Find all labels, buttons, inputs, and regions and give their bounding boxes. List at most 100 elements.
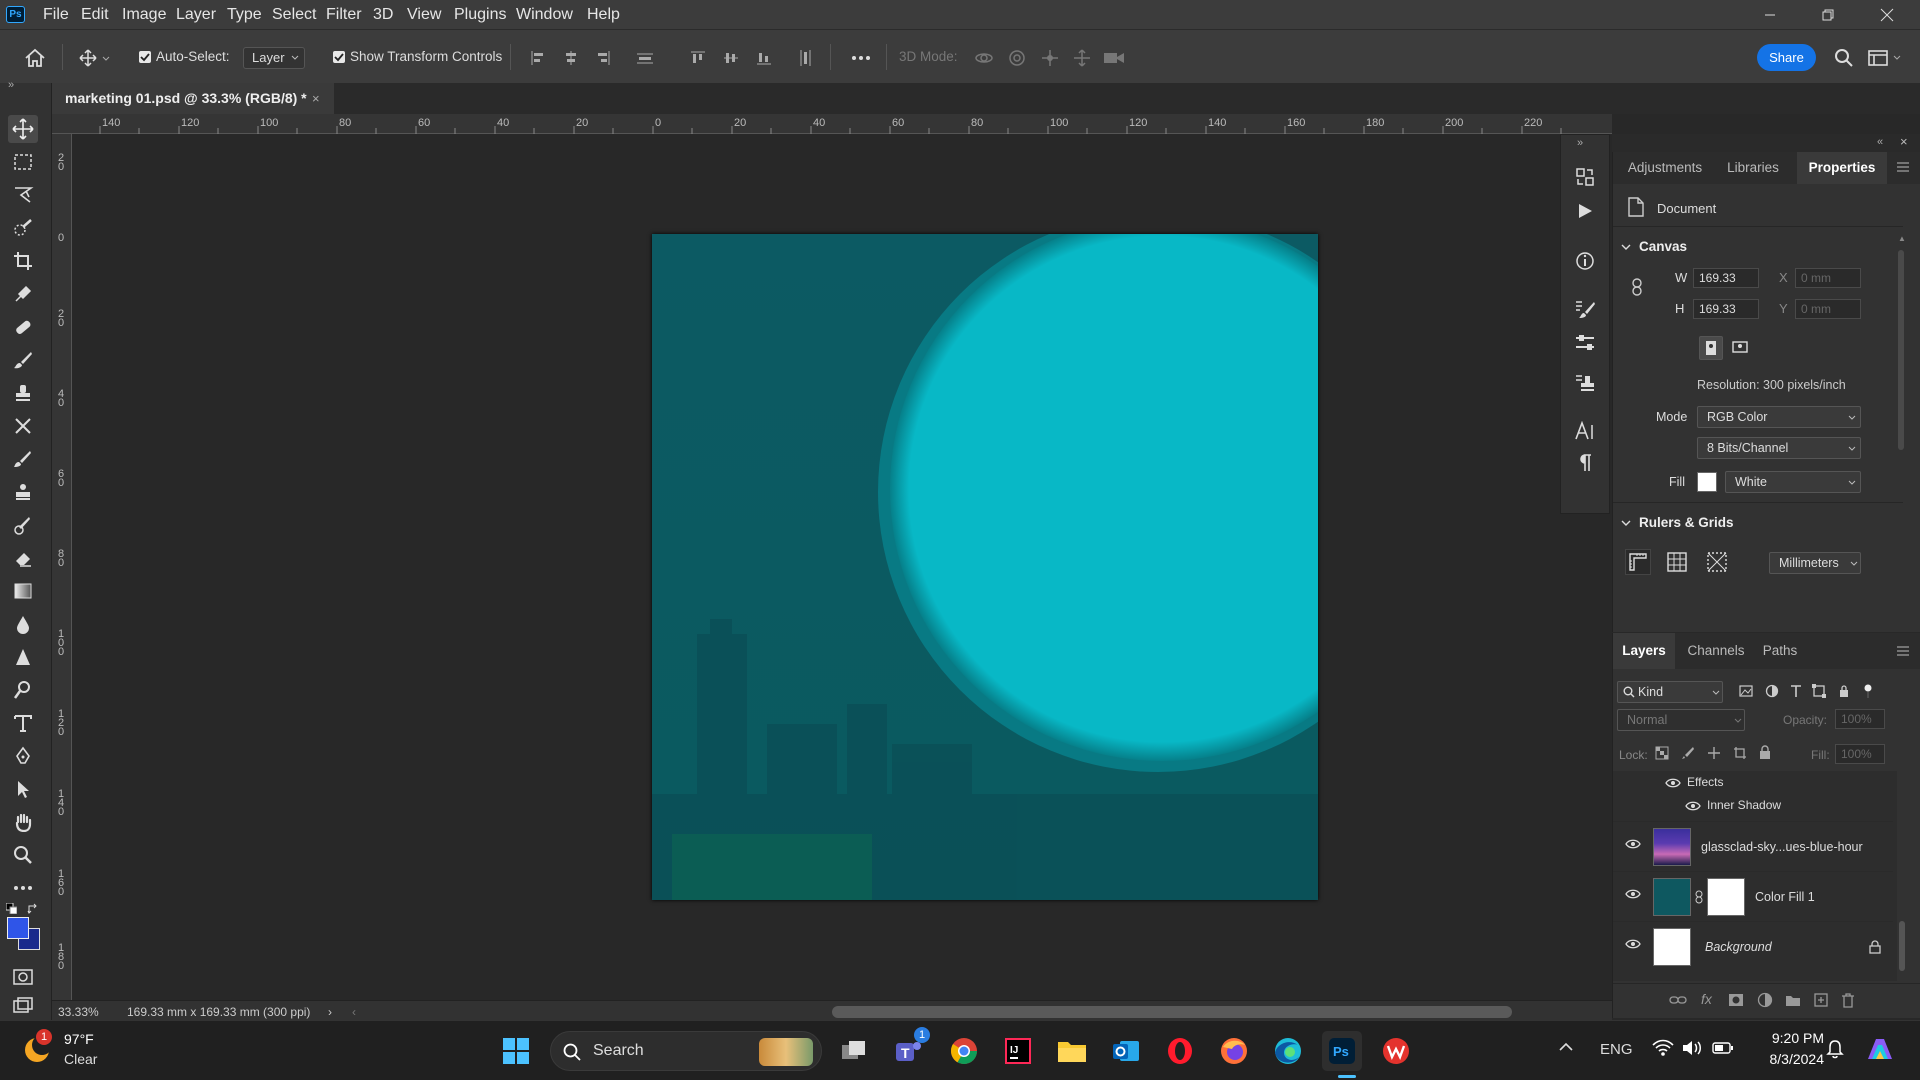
filter-type-icon[interactable] [1789, 684, 1803, 698]
file-explorer-app[interactable] [1052, 1031, 1092, 1071]
auto-select-dropdown[interactable]: Layer [243, 47, 305, 69]
width-input[interactable]: 169.33 mm [1693, 268, 1759, 288]
canvas-chevron-icon[interactable] [1621, 242, 1631, 252]
copilot-icon[interactable] [1864, 1033, 1896, 1065]
gradient-tool[interactable] [8, 577, 38, 605]
ruler-units-dropdown[interactable]: Millimeters [1769, 552, 1861, 574]
tab-adjustments[interactable]: Adjustments [1621, 152, 1709, 184]
eyedropper-tool[interactable] [8, 280, 38, 308]
height-input[interactable]: 169.33 mm [1693, 299, 1759, 319]
character-panel-button[interactable] [1570, 417, 1600, 445]
wps-app[interactable] [1376, 1031, 1416, 1071]
photoshop-app[interactable]: Ps [1322, 1031, 1362, 1071]
slide-3d-button[interactable] [1070, 45, 1094, 71]
close-window-button[interactable] [1861, 0, 1913, 29]
pan-3d-button[interactable] [1038, 45, 1062, 71]
tab-channels[interactable]: Channels [1679, 633, 1753, 669]
layer-filter-kind-dropdown[interactable]: Kind [1617, 681, 1723, 703]
menu-layer[interactable]: Layer [176, 0, 216, 29]
workspace-button[interactable] [1866, 45, 1906, 71]
portrait-orientation-button[interactable] [1699, 336, 1723, 360]
quick-mask-button[interactable] [8, 963, 38, 991]
hand-tool[interactable] [8, 808, 38, 836]
align-left-button[interactable] [528, 45, 548, 71]
home-button[interactable] [20, 45, 50, 71]
task-view-button[interactable] [834, 1031, 874, 1071]
move-tool[interactable] [8, 115, 38, 143]
tab-layers[interactable]: Layers [1613, 633, 1675, 669]
language-indicator[interactable]: ENG [1600, 1041, 1633, 1058]
filter-shape-icon[interactable] [1812, 684, 1826, 698]
fill-color-swatch[interactable] [1697, 472, 1717, 492]
menu-plugins[interactable]: Plugins [454, 0, 506, 29]
volume-icon[interactable] [1682, 1039, 1704, 1057]
menu-type[interactable]: Type [227, 0, 262, 29]
brush-settings-button[interactable] [1570, 295, 1600, 323]
roll-3d-button[interactable] [1005, 45, 1029, 71]
toggle-grid-button[interactable] [1665, 550, 1689, 574]
type-tool[interactable] [8, 709, 38, 737]
horizontal-ruler[interactable]: 140 120 100 80 60 40 20 0 20 40 60 80 10… [52, 114, 1612, 134]
path-selection-tool[interactable] [8, 775, 38, 803]
x-input[interactable]: 0 mm [1795, 268, 1861, 288]
expand-dock-icon[interactable]: » [1577, 137, 1583, 149]
menu-edit[interactable]: Edit [81, 0, 109, 29]
horizontal-scrollbar[interactable] [832, 1006, 1512, 1018]
vertical-ruler[interactable]: 2 0 0 2 0 4 0 6 0 8 0 1 0 0 1 2 0 1 4 0 … [52, 134, 72, 1006]
history-panel-button[interactable] [1570, 163, 1600, 191]
wifi-icon[interactable] [1652, 1039, 1674, 1057]
pen-path-tool[interactable] [8, 742, 38, 770]
blur-tool[interactable] [8, 610, 38, 638]
distribute-horizontal-button[interactable] [635, 45, 655, 71]
default-colors-icon[interactable] [6, 903, 17, 914]
show-hidden-icons-button[interactable] [1558, 1041, 1574, 1053]
more-options-button[interactable] [848, 45, 874, 71]
menu-3d[interactable]: 3D [373, 0, 393, 29]
tab-libraries[interactable]: Libraries [1713, 152, 1793, 184]
close-panels-icon[interactable]: × [1900, 134, 1908, 149]
toggle-rulers-button[interactable] [1625, 549, 1651, 575]
layer-row-background[interactable]: Background [1613, 921, 1893, 971]
erase-tool[interactable] [8, 544, 38, 572]
clone-stamp-tool[interactable] [8, 379, 38, 407]
move-tool-preset-button[interactable] [74, 45, 114, 71]
filter-adjustment-icon[interactable] [1765, 684, 1779, 698]
info-panel-button[interactable] [1570, 247, 1600, 275]
history-brush-tool[interactable] [8, 412, 38, 440]
weather-desc[interactable]: Clear [64, 1051, 97, 1067]
lock-artboard-icon[interactable] [1733, 746, 1747, 760]
zoom-tool[interactable] [8, 841, 38, 869]
tab-paths[interactable]: Paths [1755, 633, 1805, 669]
lock-all-icon[interactable] [1759, 745, 1771, 759]
canvas-workspace[interactable] [72, 134, 1558, 1006]
edit-toolbar-button[interactable] [8, 874, 38, 902]
restore-button[interactable] [1802, 0, 1854, 29]
tab-properties[interactable]: Properties [1797, 152, 1887, 184]
align-top-button[interactable] [688, 45, 708, 71]
firefox-app[interactable] [1214, 1031, 1254, 1071]
fill-dropdown[interactable]: White [1725, 471, 1861, 493]
marquee-tool[interactable] [8, 148, 38, 176]
inner-shadow-row[interactable]: Inner Shadow [1613, 795, 1897, 817]
quick-selection-tool[interactable] [8, 214, 38, 242]
align-middle-button[interactable] [721, 45, 741, 71]
start-button[interactable] [496, 1031, 536, 1071]
menu-file[interactable]: File [43, 0, 69, 29]
landscape-orientation-button[interactable] [1729, 336, 1753, 360]
rulers-grids-section-title[interactable]: Rulers & Grids [1639, 515, 1734, 530]
properties-scrollbar[interactable]: ▲ [1897, 234, 1906, 474]
menu-window[interactable]: Window [516, 0, 573, 29]
menu-help[interactable]: Help [587, 0, 620, 29]
layers-menu-icon[interactable] [1897, 646, 1909, 656]
art-history-tool[interactable] [8, 511, 38, 539]
notifications-icon[interactable] [1826, 1039, 1844, 1059]
brush-tool[interactable] [8, 346, 38, 374]
battery-icon[interactable] [1712, 1040, 1734, 1056]
opacity-input[interactable]: 100% [1835, 709, 1885, 729]
show-transform-checkbox[interactable] [333, 51, 345, 63]
chrome-app[interactable] [944, 1031, 984, 1071]
collapse-toolbar-icon[interactable]: » [8, 79, 14, 91]
align-right-button[interactable] [593, 45, 613, 71]
layer-name-photo[interactable]: glassclad-sky...ues-blue-hour [1701, 822, 1863, 872]
link-dimensions-icon[interactable] [1631, 278, 1643, 296]
